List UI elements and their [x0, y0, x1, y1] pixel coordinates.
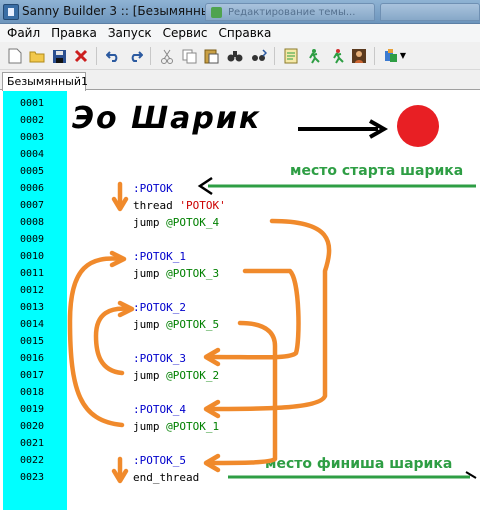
close-icon[interactable] — [72, 47, 90, 65]
toolbar: ▼ — [0, 42, 480, 70]
title-bar: Sanny Builder 3 :: [Безымянный] Редактир… — [0, 0, 480, 24]
dropdown-icon[interactable]: ▼ — [398, 47, 408, 65]
black-arrow — [298, 119, 389, 139]
red-ball — [397, 105, 439, 147]
undo-icon[interactable] — [104, 47, 122, 65]
orange-flow-arrows — [67, 181, 332, 484]
run-icon[interactable] — [304, 47, 322, 65]
run-game-icon[interactable] — [328, 47, 346, 65]
cut-icon[interactable] — [158, 47, 176, 65]
menu-service[interactable]: Сервис — [159, 26, 215, 40]
paste-icon[interactable] — [202, 47, 220, 65]
taskbar-tab-third[interactable] — [380, 3, 480, 21]
green-start-arrow — [197, 176, 476, 196]
green-finish-arrow — [228, 471, 477, 479]
save-icon[interactable] — [50, 47, 68, 65]
window-title: Sanny Builder 3 :: [Безымянный] — [22, 4, 223, 18]
open-folder-icon[interactable] — [28, 47, 46, 65]
new-file-icon[interactable] — [6, 47, 24, 65]
redo-icon[interactable] — [126, 47, 144, 65]
menu-file[interactable]: Файл — [3, 26, 47, 40]
menu-bar: Файл Правка Запуск Сервис Справка — [0, 24, 480, 42]
tab-bezymyannyi1[interactable]: Безымянный1 — [2, 72, 88, 91]
menu-help[interactable]: Справка — [215, 26, 279, 40]
taskbar-tab-other[interactable]: Редактирование темы... — [205, 3, 375, 21]
code-editor[interactable]: 0001 0002 0003 0004 0005 0006 0007 0008 … — [0, 91, 480, 510]
compile-icon[interactable] — [282, 47, 300, 65]
document-tabs: Безымянный1 — [0, 70, 480, 91]
menu-run[interactable]: Запуск — [104, 26, 159, 40]
extra-icon[interactable] — [350, 47, 368, 65]
find-icon[interactable] — [226, 47, 244, 65]
copy-icon[interactable] — [180, 47, 198, 65]
menu-edit[interactable]: Правка — [47, 26, 104, 40]
find-replace-icon[interactable] — [250, 47, 268, 65]
app-icon — [3, 4, 19, 20]
drawn-arrows-overlay — [67, 105, 477, 484]
